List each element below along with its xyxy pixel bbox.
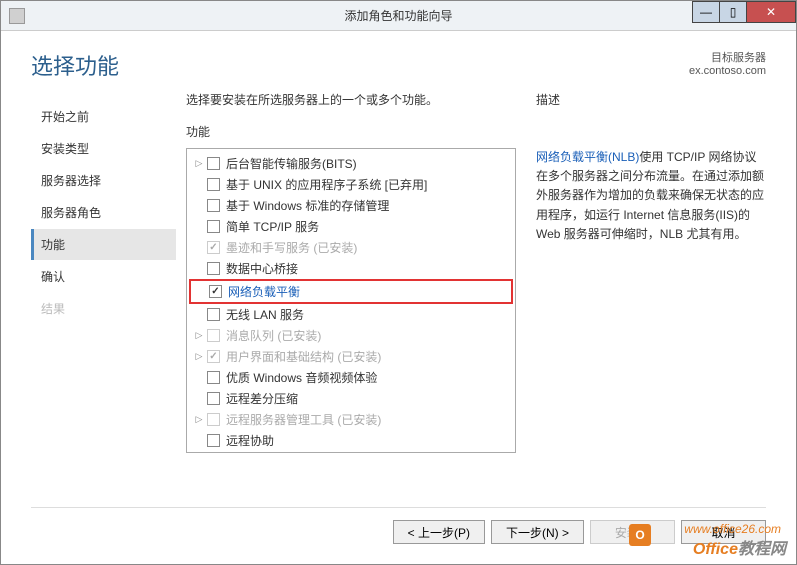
description-link: 网络负载平衡(NLB) <box>536 150 639 164</box>
description-text: 网络负载平衡(NLB)使用 TCP/IP 网络协议在多个服务器之间分布流量。在通… <box>536 148 766 244</box>
main: 选择要安装在所选服务器上的一个或多个功能。 功能 ▷ 后台智能传输服务(BITS)… <box>176 91 766 491</box>
window-controls: — ▯ ✕ <box>693 1 796 23</box>
sidebar-item-before-begin[interactable]: 开始之前 <box>31 101 176 132</box>
feature-item[interactable]: ▷增强的存储 <box>187 451 515 453</box>
next-button[interactable]: 下一步(N) > <box>491 520 584 544</box>
feature-label: 网络负载平衡 <box>228 283 300 300</box>
feature-label: 优质 Windows 音频视频体验 <box>226 369 377 386</box>
feature-checkbox <box>207 329 220 342</box>
sidebar-item-server-select[interactable]: 服务器选择 <box>31 165 176 196</box>
feature-checkbox[interactable] <box>207 220 220 233</box>
feature-item[interactable]: ▷无线 LAN 服务 <box>187 304 515 325</box>
description-column: 描述 网络负载平衡(NLB)使用 TCP/IP 网络协议在多个服务器之间分布流量… <box>536 91 766 491</box>
feature-item[interactable]: ▷墨迹和手写服务 (已安装) <box>187 237 515 258</box>
expand-icon[interactable]: ▷ <box>193 330 205 341</box>
feature-label: 无线 LAN 服务 <box>226 306 304 323</box>
feature-item[interactable]: ▷ 用户界面和基础结构 (已安装) <box>187 346 515 367</box>
maximize-button[interactable]: ▯ <box>719 1 747 23</box>
expand-icon[interactable]: ▷ <box>193 414 205 425</box>
target-server-label: 目标服务器 <box>689 49 766 65</box>
server-info: 目标服务器 ex.contoso.com <box>689 49 766 77</box>
feature-checkbox <box>207 241 220 254</box>
feature-label: 简单 TCP/IP 服务 <box>226 218 319 235</box>
expand-icon[interactable]: ▷ <box>193 351 205 362</box>
instruction-text: 选择要安装在所选服务器上的一个或多个功能。 <box>186 91 516 108</box>
feature-item[interactable]: ▷远程协助 <box>187 430 515 451</box>
feature-checkbox <box>207 413 220 426</box>
feature-label: 后台智能传输服务(BITS) <box>226 155 357 172</box>
content: 开始之前 安装类型 服务器选择 服务器角色 功能 确认 结果 选择要安装在所选服… <box>1 91 796 491</box>
sidebar: 开始之前 安装类型 服务器选择 服务器角色 功能 确认 结果 <box>31 91 176 491</box>
feature-item[interactable]: ▷远程差分压缩 <box>187 388 515 409</box>
feature-label: 远程服务器管理工具 (已安装) <box>226 411 381 428</box>
feature-checkbox[interactable] <box>207 178 220 191</box>
feature-label: 用户界面和基础结构 (已安装) <box>226 348 381 365</box>
features-column: 选择要安装在所选服务器上的一个或多个功能。 功能 ▷ 后台智能传输服务(BITS)… <box>186 91 516 491</box>
feature-item[interactable]: ▷ 后台智能传输服务(BITS) <box>187 153 515 174</box>
feature-checkbox[interactable] <box>207 392 220 405</box>
close-button[interactable]: ✕ <box>746 1 796 23</box>
feature-item[interactable]: ▷基于 UNIX 的应用程序子系统 [已弃用] <box>187 174 515 195</box>
titlebar: 添加角色和功能向导 — ▯ ✕ <box>1 1 796 31</box>
feature-checkbox <box>207 350 220 363</box>
features-label: 功能 <box>186 123 516 140</box>
install-button: 安装(I) <box>590 520 675 544</box>
sidebar-item-install-type[interactable]: 安装类型 <box>31 133 176 164</box>
feature-checkbox[interactable] <box>207 262 220 275</box>
feature-label: 数据中心桥接 <box>226 260 298 277</box>
feature-item[interactable]: ▷简单 TCP/IP 服务 <box>187 216 515 237</box>
target-server-name: ex.contoso.com <box>689 65 766 77</box>
feature-label: 消息队列 (已安装) <box>226 327 321 344</box>
feature-label: 基于 UNIX 的应用程序子系统 [已弃用] <box>226 176 427 193</box>
feature-item[interactable]: ▷优质 Windows 音频视频体验 <box>187 367 515 388</box>
feature-label: 远程差分压缩 <box>226 390 298 407</box>
feature-item[interactable]: ▷基于 Windows 标准的存储管理 <box>187 195 515 216</box>
expand-icon[interactable]: ▷ <box>193 158 205 169</box>
window-title: 添加角色和功能向导 <box>344 7 452 24</box>
sidebar-item-confirm[interactable]: 确认 <box>31 261 176 292</box>
feature-label: 基于 Windows 标准的存储管理 <box>226 197 389 214</box>
feature-checkbox[interactable] <box>207 199 220 212</box>
header: 选择功能 目标服务器 ex.contoso.com <box>1 31 796 91</box>
button-bar: < 上一步(P) 下一步(N) > 安装(I) 取消 <box>31 507 766 544</box>
feature-label: 远程协助 <box>226 432 274 449</box>
sidebar-item-features[interactable]: 功能 <box>31 229 176 260</box>
page-title: 选择功能 <box>31 49 119 81</box>
prev-button[interactable]: < 上一步(P) <box>393 520 485 544</box>
features-listbox[interactable]: ▷后台智能传输服务(BITS)▷基于 UNIX 的应用程序子系统 [已弃用]▷基… <box>186 148 516 453</box>
sidebar-item-results: 结果 <box>31 293 176 324</box>
minimize-button[interactable]: — <box>692 1 720 23</box>
feature-checkbox[interactable] <box>209 285 222 298</box>
description-label: 描述 <box>536 91 766 108</box>
feature-label: 墨迹和手写服务 (已安装) <box>226 239 357 256</box>
app-icon <box>9 8 25 24</box>
feature-checkbox[interactable] <box>207 434 220 447</box>
feature-checkbox[interactable] <box>207 308 220 321</box>
feature-item[interactable]: ▷网络负载平衡 <box>189 279 513 304</box>
feature-item[interactable]: ▷数据中心桥接 <box>187 258 515 279</box>
feature-item[interactable]: ▷ 远程服务器管理工具 (已安装) <box>187 409 515 430</box>
feature-item[interactable]: ▷ 消息队列 (已安装) <box>187 325 515 346</box>
sidebar-item-server-roles[interactable]: 服务器角色 <box>31 197 176 228</box>
cancel-button[interactable]: 取消 <box>681 520 766 544</box>
feature-checkbox[interactable] <box>207 371 220 384</box>
feature-checkbox[interactable] <box>207 157 220 170</box>
